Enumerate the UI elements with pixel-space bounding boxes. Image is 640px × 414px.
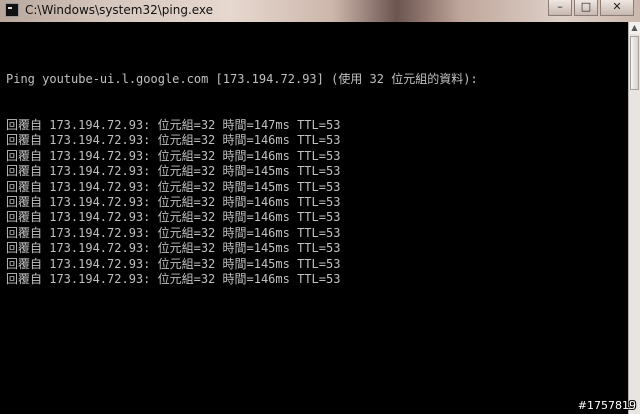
ping-reply-line: 回覆自 173.194.72.93: 位元組=32 時間=146ms TTL=5… (6, 194, 341, 209)
console-text: Ping youtube-ui.l.google.com [173.194.72… (6, 41, 478, 287)
ping-reply-line: 回覆自 173.194.72.93: 位元組=32 時間=146ms TTL=5… (6, 148, 341, 163)
window-title: C:\Windows\system32\ping.exe (25, 3, 214, 17)
scrollbar-thumb[interactable] (630, 36, 639, 90)
watermark-text: #1757819 (577, 399, 636, 412)
console-window: C:\Windows\system32\ping.exe – □ ✕ Ping … (0, 0, 640, 414)
ping-reply-line: 回覆自 173.194.72.93: 位元組=32 時間=145ms TTL=5… (6, 164, 341, 179)
ping-reply-line: 回覆自 173.194.72.93: 位元組=32 時間=145ms TTL=5… (6, 256, 341, 271)
minimize-button[interactable]: – (548, 0, 572, 16)
maximize-button[interactable]: □ (574, 0, 598, 16)
ping-reply-line: 回覆自 173.194.72.93: 位元組=32 時間=147ms TTL=5… (6, 118, 341, 133)
ping-header-line: Ping youtube-ui.l.google.com [173.194.72… (6, 71, 478, 86)
ping-reply-line: 回覆自 173.194.72.93: 位元組=32 時間=146ms TTL=5… (6, 210, 341, 225)
ping-reply-line: 回覆自 173.194.72.93: 位元組=32 時間=146ms TTL=5… (6, 133, 341, 148)
scroll-up-arrow-icon[interactable]: ▲ (629, 22, 640, 34)
ping-reply-line: 回覆自 173.194.72.93: 位元組=32 時間=145ms TTL=5… (6, 241, 341, 256)
ping-reply-line: 回覆自 173.194.72.93: 位元組=32 時間=146ms TTL=5… (6, 271, 341, 286)
console-output[interactable]: Ping youtube-ui.l.google.com [173.194.72… (0, 22, 628, 414)
ping-reply-line: 回覆自 173.194.72.93: 位元組=32 時間=145ms TTL=5… (6, 179, 341, 194)
vertical-scrollbar[interactable]: ▲ (628, 22, 640, 414)
console-icon[interactable] (5, 3, 19, 17)
close-button[interactable]: ✕ (600, 0, 634, 16)
title-bar[interactable]: C:\Windows\system32\ping.exe – □ ✕ (0, 0, 640, 22)
window-controls: – □ ✕ (548, 0, 634, 16)
ping-reply-line: 回覆自 173.194.72.93: 位元組=32 時間=146ms TTL=5… (6, 225, 341, 240)
